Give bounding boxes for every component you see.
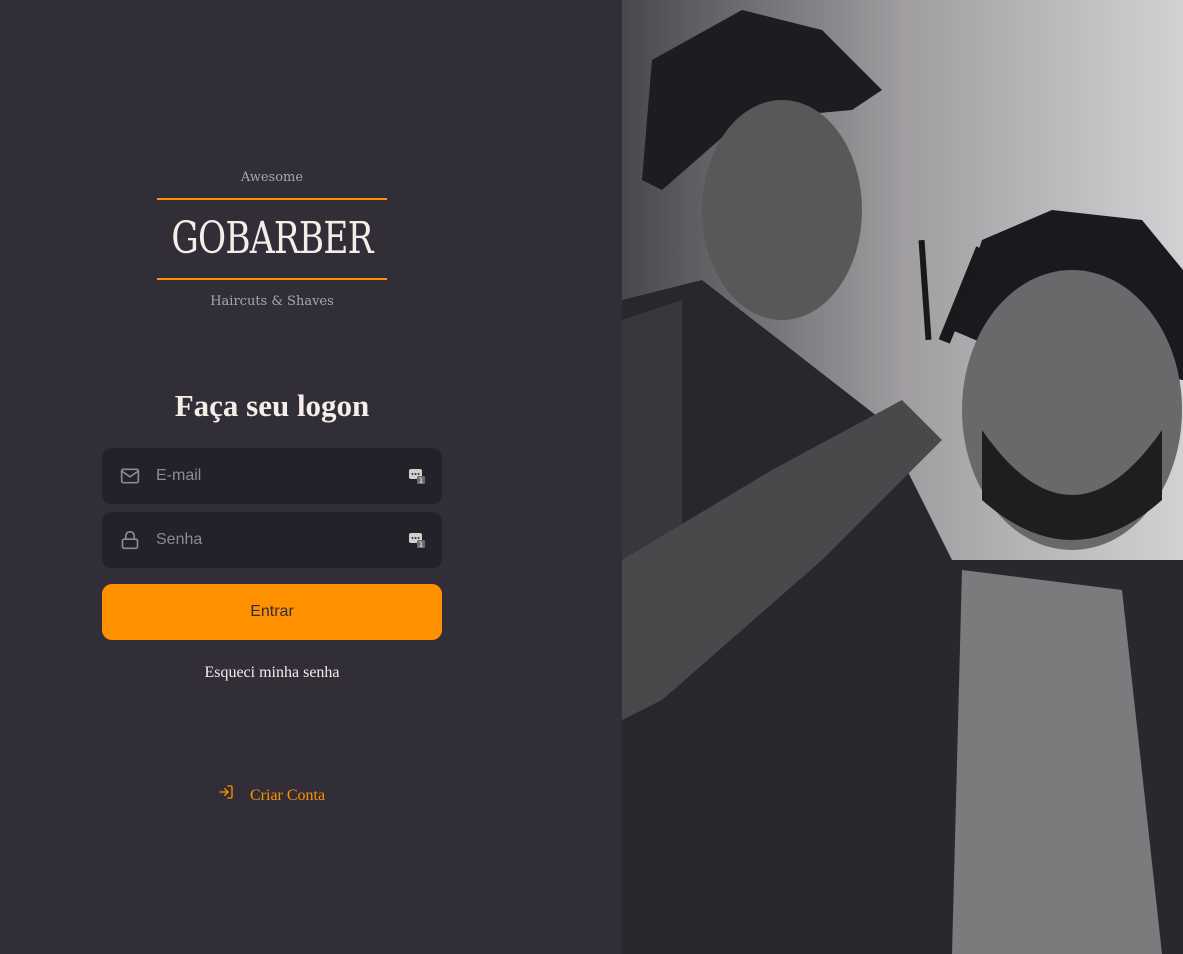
forgot-password-link[interactable]: Esqueci minha senha xyxy=(0,662,544,684)
gobarber-logo: Awesome GOBARBER Haircuts & Shaves xyxy=(157,168,387,312)
log-in-icon xyxy=(218,784,234,807)
logo-tagline-top: Awesome xyxy=(240,170,304,185)
login-panel: Awesome GOBARBER Haircuts & Shaves Faça … xyxy=(0,0,622,954)
mail-icon xyxy=(120,466,140,486)
login-page: Awesome GOBARBER Haircuts & Shaves Faça … xyxy=(0,0,1183,954)
submit-button[interactable]: Entrar xyxy=(102,584,442,640)
svg-text:1: 1 xyxy=(419,477,423,485)
logo-rule-bottom xyxy=(157,278,387,280)
create-account-label: Criar Conta xyxy=(250,786,326,804)
background-photo xyxy=(622,0,1183,954)
email-input[interactable] xyxy=(156,448,408,504)
logo-tagline-bottom: Haircuts & Shaves xyxy=(210,294,334,309)
barber-photo-illustration xyxy=(622,0,1183,954)
password-manager-icon[interactable]: 1 xyxy=(408,467,426,485)
logo-name: GOBARBER xyxy=(171,213,373,264)
password-manager-icon[interactable]: 1 xyxy=(408,531,426,549)
password-input[interactable] xyxy=(156,512,408,568)
create-account-link[interactable]: Criar Conta xyxy=(218,784,325,807)
svg-text:1: 1 xyxy=(419,541,423,549)
login-title: Faça seu logon xyxy=(174,388,370,423)
lock-icon xyxy=(120,530,140,550)
email-field[interactable]: 1 xyxy=(102,448,442,504)
password-field[interactable]: 1 xyxy=(102,512,442,568)
logo-wordmark: GOBARBER xyxy=(157,200,387,278)
